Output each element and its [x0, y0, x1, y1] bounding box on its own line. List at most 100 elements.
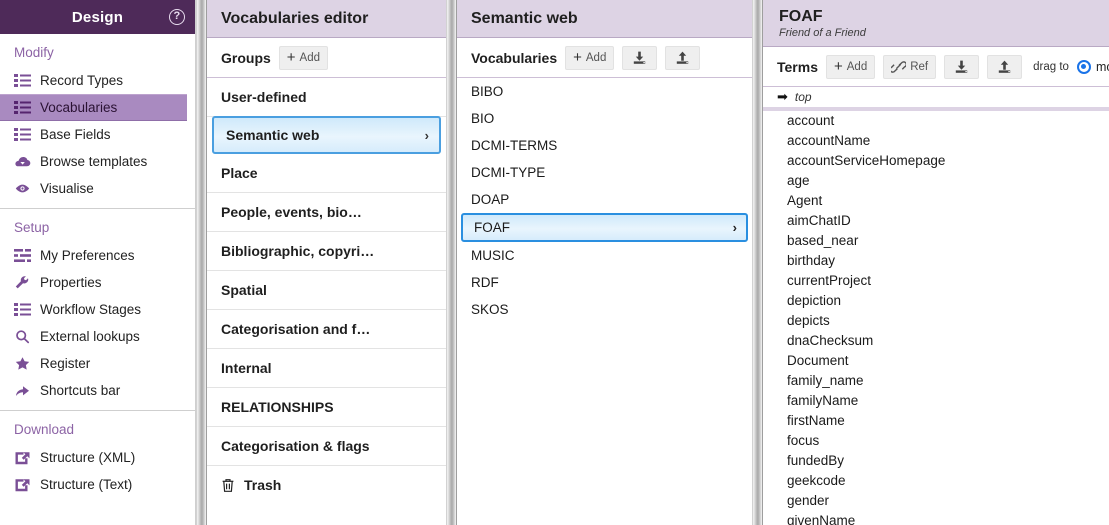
vocabulary-item-music[interactable]: MUSIC: [457, 242, 752, 269]
column-subtitle: Friend of a Friend: [779, 27, 1109, 40]
sidebar-item-structure-xml[interactable]: Structure (XML): [0, 444, 195, 471]
export-terms-button[interactable]: [987, 55, 1022, 79]
import-terms-button[interactable]: [944, 55, 979, 79]
vocabulary-item-rdf[interactable]: RDF: [457, 269, 752, 296]
term-item[interactable]: depicts: [763, 311, 1109, 331]
vocabulary-item-dcmi-terms[interactable]: DCMI-TERMS: [457, 132, 752, 159]
term-item[interactable]: based_near: [763, 231, 1109, 251]
sidebar-item-record-types[interactable]: Record Types: [0, 67, 195, 94]
term-item[interactable]: firstName: [763, 411, 1109, 431]
vocabulary-label: SKOS: [471, 302, 509, 317]
group-label: RELATIONSHIPS: [221, 399, 334, 415]
star-icon: [14, 356, 31, 371]
term-item[interactable]: age: [763, 171, 1109, 191]
splitter-semantic-foaf[interactable]: [752, 0, 763, 525]
term-item[interactable]: fundedBy: [763, 451, 1109, 471]
list-icon: [14, 302, 31, 317]
term-item[interactable]: depiction: [763, 291, 1109, 311]
sidebar-header: Design ?: [0, 0, 195, 34]
vocabulary-label: BIO: [471, 111, 494, 126]
breadcrumb: ➡ top: [763, 87, 1109, 111]
term-item[interactable]: givenName: [763, 511, 1109, 525]
sidebar-item-structure-text[interactable]: Structure (Text): [0, 471, 195, 498]
sidebar-item-browse-templates[interactable]: Browse templates: [0, 148, 195, 175]
upload-icon: [675, 51, 690, 65]
breadcrumb-item-top[interactable]: top: [795, 90, 812, 104]
wrench-icon: [14, 275, 31, 290]
term-item[interactable]: account: [763, 111, 1109, 131]
design-workspace: Design ? Modify Record Types Vocabularie…: [0, 0, 1109, 525]
term-item[interactable]: Agent: [763, 191, 1109, 211]
export-vocabulary-button[interactable]: [665, 46, 700, 70]
vocabulary-item-doap[interactable]: DOAP: [457, 186, 752, 213]
term-item[interactable]: gender: [763, 491, 1109, 511]
search-icon: [14, 329, 31, 344]
term-item[interactable]: accountServiceHomepage: [763, 151, 1109, 171]
link-icon: [891, 60, 906, 74]
sidebar-item-visualise[interactable]: Visualise: [0, 175, 195, 202]
vocabulary-label: DCMI-TYPE: [471, 165, 545, 180]
import-vocabulary-button[interactable]: [622, 46, 657, 70]
term-item[interactable]: family_name: [763, 371, 1109, 391]
term-item[interactable]: birthday: [763, 251, 1109, 271]
group-item-semantic-web[interactable]: Semantic web ›: [212, 116, 441, 154]
group-item-user-defined[interactable]: User-defined: [207, 78, 446, 117]
sidebar-item-properties[interactable]: Properties: [0, 269, 195, 296]
sidebar-item-label: Register: [40, 356, 90, 371]
sidebar-item-shortcuts-bar[interactable]: Shortcuts bar: [0, 377, 195, 404]
sidebar-item-base-fields[interactable]: Base Fields: [0, 121, 195, 148]
terms-toolbar: Terms + Add Ref drag to move mer: [763, 47, 1109, 87]
group-item-spatial[interactable]: Spatial: [207, 271, 446, 310]
group-item-trash[interactable]: Trash: [207, 466, 446, 504]
vocabularies-editor-column: Vocabularies editor Groups + Add User-de…: [207, 0, 446, 525]
list-icon: [14, 127, 31, 142]
sidebar-item-vocabularies[interactable]: Vocabularies: [0, 94, 187, 121]
add-term-button[interactable]: + Add: [826, 55, 875, 79]
help-circle-icon[interactable]: ?: [169, 9, 185, 25]
term-item[interactable]: dnaChecksum: [763, 331, 1109, 351]
vocabulary-item-bio[interactable]: BIO: [457, 105, 752, 132]
splitter-vocab-semantic[interactable]: [446, 0, 457, 525]
term-item[interactable]: focus: [763, 431, 1109, 451]
terms-list: account accountName accountServiceHomepa…: [763, 111, 1109, 525]
group-item-categorisation-and-f[interactable]: Categorisation and f…: [207, 310, 446, 349]
chevron-right-icon: ›: [733, 220, 737, 235]
radio-icon: [1077, 60, 1091, 74]
add-vocabulary-button[interactable]: + Add: [565, 46, 614, 70]
vocabulary-label: BIBO: [471, 84, 503, 99]
group-item-categorisation-and-flags[interactable]: Categorisation & flags: [207, 427, 446, 466]
vocabulary-item-skos[interactable]: SKOS: [457, 296, 752, 323]
term-item[interactable]: familyName: [763, 391, 1109, 411]
drag-mode-move-radio[interactable]: move: [1077, 60, 1109, 74]
term-item[interactable]: accountName: [763, 131, 1109, 151]
term-item[interactable]: geekcode: [763, 471, 1109, 491]
group-item-bibliographic-copyright[interactable]: Bibliographic, copyri…: [207, 232, 446, 271]
term-item[interactable]: Document: [763, 351, 1109, 371]
group-item-internal[interactable]: Internal: [207, 349, 446, 388]
vocabulary-label: FOAF: [474, 220, 510, 235]
sidebar-item-label: Browse templates: [40, 154, 147, 169]
group-item-people-events-bio[interactable]: People, events, bio…: [207, 193, 446, 232]
group-item-relationships[interactable]: RELATIONSHIPS: [207, 388, 446, 427]
sidebar-item-register[interactable]: Register: [0, 350, 195, 377]
vocabulary-item-foaf[interactable]: FOAF ›: [461, 213, 748, 242]
sidebar-section-modify: Modify Record Types Vocabularies Base Fi…: [0, 34, 195, 208]
sidebar-item-label: Record Types: [40, 73, 123, 88]
term-item[interactable]: currentProject: [763, 271, 1109, 291]
sidebar-item-my-preferences[interactable]: My Preferences: [0, 242, 195, 269]
vocabulary-item-bibo[interactable]: BIBO: [457, 78, 752, 105]
groups-toolbar: Groups + Add: [207, 38, 446, 78]
add-group-button[interactable]: + Add: [279, 46, 328, 70]
splitter-sidebar-vocab[interactable]: [196, 0, 207, 525]
sidebar-item-external-lookups[interactable]: External lookups: [0, 323, 195, 350]
term-item[interactable]: aimChatID: [763, 211, 1109, 231]
sidebar-item-workflow-stages[interactable]: Workflow Stages: [0, 296, 195, 323]
add-reference-label: Ref: [910, 61, 928, 73]
sidebar-item-label: My Preferences: [40, 248, 135, 263]
vocabulary-item-dcmi-type[interactable]: DCMI-TYPE: [457, 159, 752, 186]
group-label: Spatial: [221, 282, 267, 298]
plus-icon: +: [287, 51, 296, 64]
drag-mode-move-label: move: [1096, 60, 1109, 74]
add-reference-button[interactable]: Ref: [883, 55, 936, 79]
group-item-place[interactable]: Place: [207, 154, 446, 193]
